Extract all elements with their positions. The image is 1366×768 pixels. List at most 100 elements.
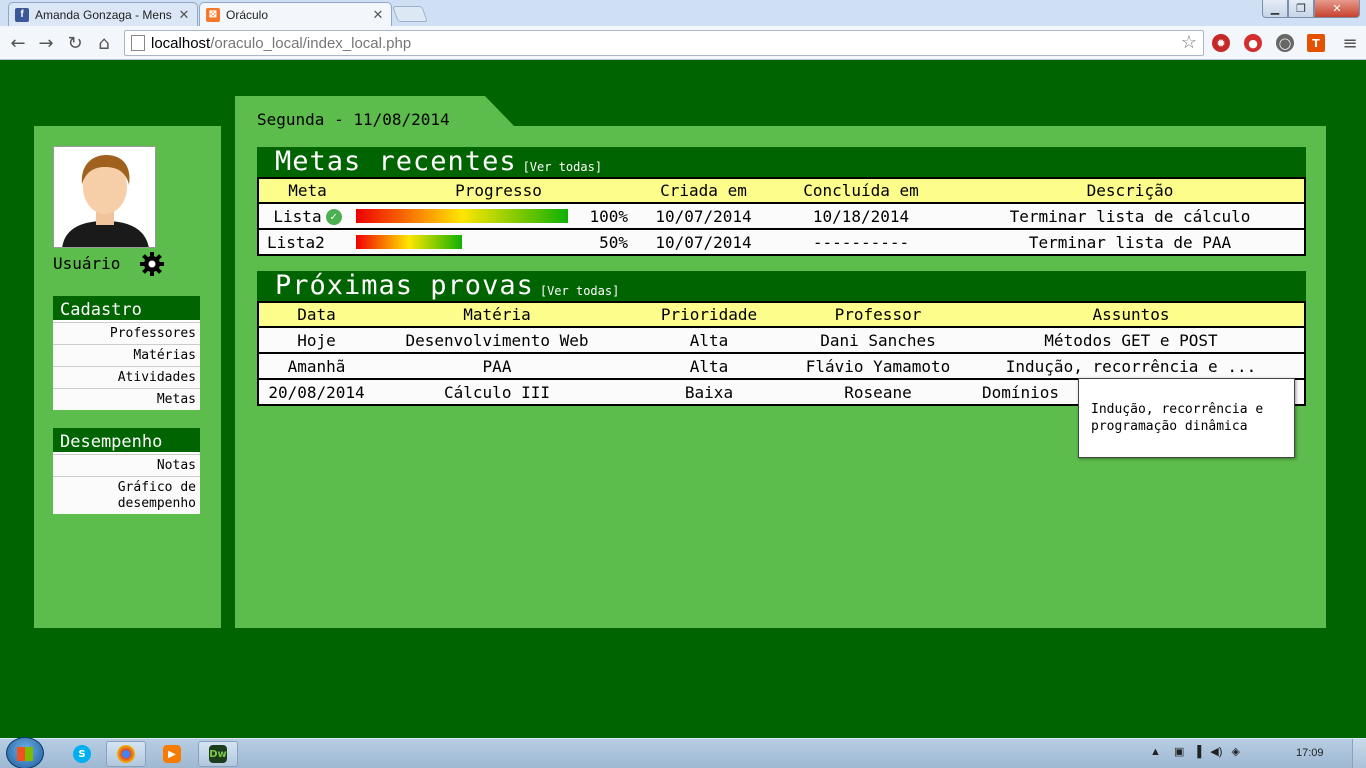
taskbar-media-player[interactable]: ▶ bbox=[152, 741, 192, 767]
forward-icon[interactable]: → bbox=[34, 31, 58, 55]
progress-fill bbox=[356, 209, 568, 223]
tray-app-icon[interactable]: ◈ bbox=[1231, 746, 1239, 758]
browser-tab-bar: f Amanda Gonzaga - Mens ✕ ⊠ Oráculo ✕ ▁ … bbox=[0, 0, 1366, 26]
goals-see-all-link[interactable]: [Ver todas] bbox=[523, 160, 602, 174]
exam-date-cell: 20/08/2014 bbox=[257, 379, 374, 406]
check-icon: ✓ bbox=[325, 209, 342, 225]
table-row[interactable]: Hoje Desenvolvimento Web Alta Dani Sanch… bbox=[257, 327, 1306, 354]
exam-date-cell: Hoje bbox=[257, 327, 374, 354]
gear-icon[interactable] bbox=[140, 252, 164, 276]
goal-name-cell: Lista ✓ bbox=[257, 203, 356, 230]
extension-circle-icon[interactable]: ◯ bbox=[1276, 34, 1294, 52]
user-name[interactable]: Usuário bbox=[53, 254, 120, 273]
skype-icon: S bbox=[73, 745, 91, 763]
close-icon[interactable]: ✕ bbox=[371, 7, 385, 23]
tab-oraculo[interactable]: ⊠ Oráculo ✕ bbox=[199, 2, 392, 26]
dreamweaver-icon: Dw bbox=[209, 745, 227, 763]
finished-cell: 10/18/2014 bbox=[766, 203, 956, 230]
menu-item-notas[interactable]: Notas bbox=[53, 454, 200, 476]
volume-icon[interactable]: ◀) bbox=[1210, 746, 1222, 758]
menu-item-atividades[interactable]: Atividades bbox=[53, 366, 200, 388]
window-close-button[interactable]: ✕ bbox=[1314, 0, 1360, 18]
exam-date-cell: Amanhã bbox=[257, 353, 374, 380]
exam-topics-cell[interactable]: Indução, recorrência e ... bbox=[958, 353, 1306, 380]
goals-title: Metas recentes bbox=[275, 146, 517, 177]
tray-expand-icon[interactable]: ▲ bbox=[1150, 746, 1161, 758]
taskbar: S ▶ Dw ▲ ▣ ▐ ◀) ◈ 17:09 bbox=[0, 737, 1366, 768]
address-bar[interactable]: localhost/oraculo_local/index_local.php … bbox=[124, 30, 1204, 56]
menu-desempenho: Desempenho Notas Gráfico de desempenho bbox=[53, 428, 200, 514]
table-row[interactable]: Lista ✓ 100% 10/07/2014 10/18/2014 Termin… bbox=[257, 203, 1306, 230]
finished-cell: ---------- bbox=[766, 229, 956, 256]
progress-label: 50% bbox=[599, 232, 628, 252]
exam-priority-cell: Baixa bbox=[620, 379, 798, 406]
tab-facebook[interactable]: f Amanda Gonzaga - Mens ✕ bbox=[8, 2, 198, 26]
sidebar: Usuário Cadastro Professores Matérias At… bbox=[34, 126, 221, 628]
clock[interactable]: 17:09 bbox=[1296, 747, 1324, 759]
media-player-icon: ▶ bbox=[163, 745, 181, 763]
topics-tooltip: Indução, recorrência e programação dinâm… bbox=[1078, 378, 1295, 458]
current-date: Segunda - 11/08/2014 bbox=[257, 110, 450, 129]
table-header-row: Meta Progresso Criada em Concluída em De… bbox=[257, 177, 1306, 204]
column-header: Descrição bbox=[956, 177, 1306, 204]
home-icon[interactable]: ⌂ bbox=[92, 31, 116, 55]
minimize-button[interactable]: ▁ bbox=[1262, 0, 1288, 18]
start-button[interactable] bbox=[6, 737, 44, 768]
column-header: Data bbox=[257, 301, 374, 328]
exam-priority-cell: Alta bbox=[620, 327, 798, 354]
exam-topics-cell: Métodos GET e POST bbox=[958, 327, 1306, 354]
goals-section: Metas recentes [Ver todas] Meta Progress… bbox=[257, 147, 1306, 256]
table-header-row: Data Matéria Prioridade Professor Assunt… bbox=[257, 301, 1306, 328]
exam-subject-cell: Cálculo III bbox=[374, 379, 620, 406]
progress-bar bbox=[356, 235, 568, 249]
progress-fill bbox=[356, 235, 462, 249]
close-icon[interactable]: ✕ bbox=[177, 7, 191, 23]
taskbar-chrome[interactable] bbox=[106, 741, 146, 767]
goals-table: Meta Progresso Criada em Concluída em De… bbox=[257, 177, 1306, 256]
menu-item-professores[interactable]: Professores bbox=[53, 322, 200, 344]
progress-cell: 100% bbox=[356, 203, 641, 230]
column-header: Criada em bbox=[641, 177, 766, 204]
menu-item-materias[interactable]: Matérias bbox=[53, 344, 200, 366]
column-header: Matéria bbox=[374, 301, 620, 328]
progress-label: 100% bbox=[589, 206, 628, 226]
exam-teacher-cell: Roseane bbox=[798, 379, 958, 406]
exams-header: Próximas provas [Ver todas] bbox=[257, 271, 1306, 301]
tray-device-icon[interactable]: ▣ bbox=[1174, 746, 1184, 758]
url-path: /oraculo_local/index_local.php bbox=[210, 34, 412, 52]
column-header: Progresso bbox=[356, 177, 641, 204]
chrome-icon bbox=[117, 745, 135, 763]
taskbar-dreamweaver[interactable]: Dw bbox=[198, 741, 238, 767]
table-row[interactable]: Lista2 50% 10/07/2014 ---------- Termina… bbox=[257, 229, 1306, 256]
goal-name: Lista bbox=[273, 206, 322, 226]
show-desktop-button[interactable] bbox=[1352, 739, 1366, 768]
exam-subject-cell: PAA bbox=[374, 353, 620, 380]
new-tab-button[interactable] bbox=[392, 6, 428, 22]
progress-bar bbox=[356, 209, 568, 223]
description-cell: Terminar lista de cálculo bbox=[956, 203, 1306, 230]
tab-title: Oráculo bbox=[226, 7, 269, 22]
back-icon[interactable]: ← bbox=[6, 31, 30, 55]
menu-item-metas[interactable]: Metas bbox=[53, 388, 200, 410]
bookmark-star-icon[interactable]: ☆ bbox=[1181, 32, 1197, 53]
menu-cadastro: Cadastro Professores Matérias Atividades… bbox=[53, 296, 200, 410]
reload-icon[interactable]: ↻ bbox=[63, 31, 87, 55]
created-cell: 10/07/2014 bbox=[641, 229, 766, 256]
extension-bug-icon[interactable]: ✹ bbox=[1212, 34, 1230, 52]
column-header: Assuntos bbox=[958, 301, 1306, 328]
avatar[interactable] bbox=[53, 146, 156, 248]
exam-teacher-cell: Dani Sanches bbox=[798, 327, 958, 354]
network-icon[interactable]: ▐ bbox=[1193, 746, 1201, 758]
menu-item-grafico[interactable]: Gráfico de desempenho bbox=[53, 476, 200, 514]
menu-cadastro-title: Cadastro bbox=[53, 296, 200, 322]
adblock-icon[interactable]: ● bbox=[1244, 34, 1262, 52]
menu-icon[interactable]: ≡ bbox=[1338, 31, 1362, 55]
maximize-button[interactable]: ❐ bbox=[1288, 0, 1314, 18]
taskbar-skype[interactable]: S bbox=[62, 741, 102, 767]
column-header: Professor bbox=[798, 301, 958, 328]
exam-subject-cell: Desenvolvimento Web bbox=[374, 327, 620, 354]
exams-see-all-link[interactable]: [Ver todas] bbox=[540, 284, 619, 298]
extension-t-icon[interactable]: T bbox=[1307, 34, 1325, 52]
table-row[interactable]: Amanhã PAA Alta Flávio Yamamoto Indução,… bbox=[257, 353, 1306, 380]
menu-desempenho-title: Desempenho bbox=[53, 428, 200, 454]
